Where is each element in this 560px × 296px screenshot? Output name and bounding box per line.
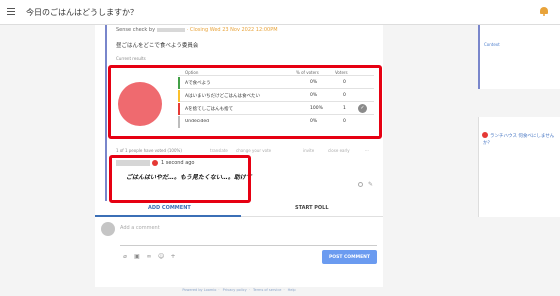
help-link[interactable]: Help: [288, 288, 296, 292]
react-emoji-icon[interactable]: [358, 182, 363, 187]
results-label: Current results: [116, 56, 146, 61]
translate-link[interactable]: translate: [210, 148, 228, 153]
menu-icon[interactable]: [7, 8, 15, 15]
poll-author-line: Sense check by · Closing Wed 23 Nov 2022…: [116, 27, 278, 33]
image-icon[interactable]: ▣: [134, 254, 140, 260]
terms-link[interactable]: Terms of service: [253, 288, 281, 292]
context-panel: Context: [478, 25, 560, 89]
thread-title: ランチハウス 何食べにしませんか？: [483, 134, 555, 146]
thread-list-item[interactable]: ランチハウス 何食べにしませんか？: [478, 117, 560, 217]
tab-start-poll[interactable]: START POLL: [295, 205, 329, 211]
attach-icon[interactable]: ⌀: [122, 254, 128, 260]
page-title: 今日のごはんはどうしますか？: [26, 8, 138, 17]
top-bar: 今日のごはんはどうしますか？: [0, 0, 560, 25]
close-early-link[interactable]: close early: [328, 148, 350, 153]
author-prefix: Sense check by: [116, 27, 156, 33]
composer-tabs: ADD COMMENT START POLL: [95, 201, 383, 217]
poll-actions: 1 of 1 people have voted (100%) translat…: [116, 148, 369, 153]
tab-add-comment[interactable]: ADD COMMENT: [148, 205, 191, 211]
active-tab-indicator: [95, 215, 241, 217]
comment-input[interactable]: [120, 222, 377, 246]
results-highlight-frame: [108, 65, 382, 139]
votes-summary: 1 of 1 people have voted (100%): [116, 148, 182, 153]
privacy-link[interactable]: Privacy policy: [223, 288, 247, 292]
emoji-icon[interactable]: ☺: [158, 254, 164, 260]
add-icon[interactable]: +: [170, 254, 176, 260]
notification-bell-icon[interactable]: [540, 6, 548, 16]
footer: Powered by Loomio · Privacy policy · Terms…: [182, 288, 296, 292]
avatar: [101, 222, 115, 236]
post-comment-button[interactable]: POST COMMENT: [322, 250, 377, 264]
context-label[interactable]: Context: [484, 42, 500, 47]
more-actions-icon[interactable]: ···: [365, 148, 369, 153]
edit-icon[interactable]: ✎: [368, 181, 373, 188]
powered-by-link[interactable]: Powered by Loomio: [182, 288, 216, 292]
change-vote-link[interactable]: change your vote: [236, 148, 271, 153]
thread-accent-line: [105, 25, 107, 201]
right-pane: Context ランチハウス 何食べにしませんか？: [478, 25, 560, 287]
invite-link[interactable]: invite: [303, 148, 314, 153]
comment-highlight-frame: [109, 155, 251, 203]
closing-time: · Closing Wed 23 Nov 2022 12:00PM: [186, 27, 278, 33]
author-name-redacted: [157, 27, 186, 32]
poll-question: 昼ごはんをどこで食べよう委員会: [116, 43, 199, 49]
link-icon[interactable]: ∞: [146, 254, 152, 260]
